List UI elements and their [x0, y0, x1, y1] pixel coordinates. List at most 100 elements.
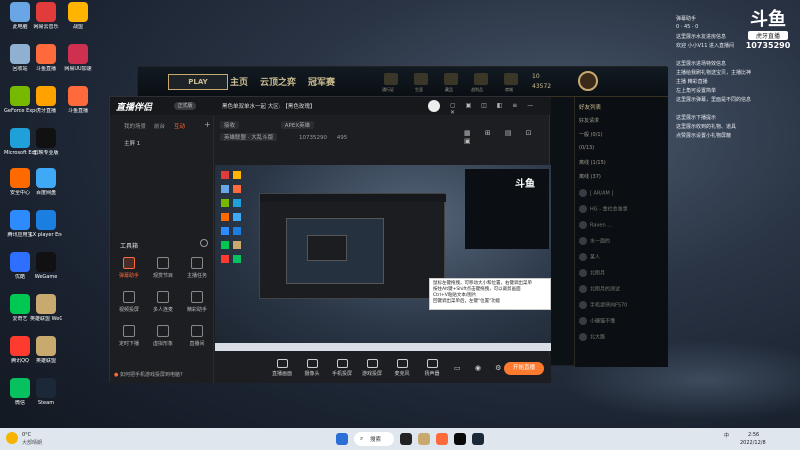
stream-preview[interactable]: 斗鱼 鼠标左键拖拽，可移动大小和位置，右键调出菜单 按住Alt键+Shift点击…: [215, 165, 551, 351]
source-phone-button[interactable]: 手机投屏: [328, 359, 356, 377]
steam-taskbar-icon[interactable]: [472, 433, 484, 445]
clock-date[interactable]: 2022/12/8: [740, 440, 766, 446]
lol-taskbar-icon[interactable]: [418, 433, 430, 445]
tab-interact[interactable]: 互动: [174, 122, 185, 130]
desktop-icon[interactable]: LX player Engine: [30, 210, 62, 238]
tab-clash[interactable]: 冠军赛: [308, 75, 335, 88]
source-game-button[interactable]: 游戏投屏: [358, 359, 386, 377]
friend-group-offline-2[interactable]: 离线 (37): [579, 173, 601, 180]
play-button[interactable]: PLAY: [168, 74, 228, 90]
desktop-icon-label: 英雄联盟: [35, 358, 56, 364]
loot-icon[interactable]: [474, 73, 488, 85]
tools-more-icon[interactable]: [200, 239, 208, 247]
friend-item[interactable]: 手机游侠向FS70: [579, 301, 667, 313]
tab-front[interactable]: 前台: [154, 122, 165, 130]
friend-item[interactable]: HG - 金社会准事: [579, 205, 667, 217]
clock-time[interactable]: 2:56: [748, 432, 759, 438]
taskbar-search[interactable]: ⌕ 搜索: [354, 432, 394, 446]
speaker-button[interactable]: 扬声器: [418, 359, 446, 377]
friend-item[interactable]: 北刚月: [579, 269, 667, 281]
desktop-icon[interactable]: 剪映专业版: [30, 128, 62, 156]
tool-button[interactable]: 多人连麦: [148, 291, 178, 313]
window-controls[interactable]: ▢ ▣ ◫ ◧ ≡ — ✕: [450, 102, 551, 116]
app-icon: [36, 210, 56, 230]
mic-button[interactable]: 麦克风: [388, 359, 416, 377]
tool-button[interactable]: 观赏节目: [148, 257, 178, 279]
go-live-button[interactable]: 开始直播: [504, 362, 544, 375]
tool-button[interactable]: 主播任务: [182, 257, 212, 279]
tab-tft[interactable]: 云顶之弈: [260, 75, 296, 88]
desktop-icon-label: Steam: [37, 400, 55, 406]
weather-icon[interactable]: [6, 432, 18, 444]
desktop-icon[interactable]: 英雄联盟 WeGame版: [30, 294, 62, 322]
source-screen-button[interactable]: 直播画面: [268, 359, 296, 377]
source-label: 直播画面: [271, 371, 292, 377]
preview-game-client: 斗鱼: [465, 169, 549, 249]
desktop-icon[interactable]: 虎牙直播: [30, 86, 62, 114]
friend-avatar: [579, 317, 587, 325]
scene-item[interactable]: 主屏 1: [124, 139, 140, 147]
friend-item[interactable]: 某人: [579, 253, 667, 265]
desktop-icon[interactable]: WeGame: [30, 252, 62, 280]
pass-icon[interactable]: [384, 73, 398, 85]
friend-group-offline[interactable]: 离线 (1/15): [579, 159, 606, 166]
room-info-row: 接收 APEX英雄: [220, 121, 315, 129]
category-select[interactable]: APEX英雄: [280, 121, 315, 129]
friend-item[interactable]: [ AR/AM ]: [579, 189, 667, 201]
desktop-icon[interactable]: 斗鱼直播: [30, 44, 62, 72]
lang-indicator[interactable]: 中: [724, 432, 729, 439]
friend-group-requests[interactable]: 好友请求: [579, 117, 599, 124]
friend-item[interactable]: Raven ...: [579, 221, 667, 233]
collection-icon[interactable]: [444, 73, 458, 85]
tool-button[interactable]: 视频投屏: [114, 291, 144, 313]
tool-icon: [123, 325, 135, 337]
friend-group-general[interactable]: 一般 (0/1): [579, 131, 603, 138]
desktop-icon[interactable]: 战盟: [62, 2, 94, 30]
douyu-taskbar-icon[interactable]: [436, 433, 448, 445]
friend-item[interactable]: 北刚月的测试: [579, 285, 667, 297]
app-icon: [36, 128, 56, 148]
app-icon: [10, 210, 30, 230]
source-camera-button[interactable]: 摄像头: [298, 359, 326, 377]
avatar[interactable]: [578, 71, 598, 91]
desktop-icon[interactable]: Steam: [30, 378, 62, 406]
tool-icon: [157, 325, 169, 337]
user-avatar[interactable]: [428, 100, 440, 112]
taskview-icon[interactable]: [400, 433, 412, 445]
desktop-icon[interactable]: 英雄联盟: [30, 336, 62, 364]
desktop-icon[interactable]: 网易UU加速: [62, 44, 94, 72]
friend-item[interactable]: 水一面的: [579, 237, 667, 249]
tool-button[interactable]: 虚拟形象: [148, 325, 178, 347]
extra-controls[interactable]: ▭ ◉ ⚙: [454, 364, 507, 372]
store-icon[interactable]: [504, 73, 518, 85]
source-label: 手机投屏: [331, 371, 352, 377]
source-label: 游戏投屏: [361, 371, 382, 377]
tool-button[interactable]: 定时下播: [114, 325, 144, 347]
friend-item[interactable]: 北大路: [579, 333, 667, 345]
desktop-icon[interactable]: 网易云音乐: [30, 2, 62, 30]
friend-item[interactable]: 小糖猫不懂: [579, 317, 667, 329]
preview-tools[interactable]: ▦ ⊞ ▤ ⊡ ▣: [464, 129, 551, 145]
section-select[interactable]: 英雄联盟 · 大乱斗版: [220, 133, 278, 141]
friend-name: Raven ...: [590, 222, 612, 229]
streaming-app-window[interactable]: 直播伴侣 正式版 黑色单双单水一起 大区: 【黑色玫瑰】 ▢ ▣ ◫ ◧ ≡ —…: [109, 96, 551, 383]
app-taskbar-icon[interactable]: [454, 433, 466, 445]
desktop-icons: 此电脑网易云音乐战盟回收站斗鱼直播网易UU加速GeForce Experienc…: [0, 0, 100, 420]
tool-button[interactable]: 精彩助手: [182, 291, 212, 313]
chat-line: 点赞展示设置小礼物屏蔽: [676, 133, 732, 139]
add-scene-icon[interactable]: +: [204, 120, 211, 129]
profile-icon[interactable]: [414, 73, 428, 85]
friend-group-2[interactable]: (0/13): [579, 145, 594, 151]
tool-button[interactable]: 弹幕助手: [114, 257, 144, 279]
tab-scenes[interactable]: 我的场景: [124, 122, 146, 130]
hint-link[interactable]: ● 如何把手机游戏投屏到电脑?: [114, 371, 183, 378]
friend-avatar: [579, 285, 587, 293]
app-titlebar: 直播伴侣 正式版 黑色单双单水一起 大区: 【黑色玫瑰】 ▢ ▣ ◫ ◧ ≡ —…: [110, 97, 551, 116]
start-icon[interactable]: [336, 433, 348, 445]
friend-avatar: [579, 301, 587, 309]
tool-button[interactable]: 直播间: [182, 325, 212, 347]
speaker-icon: [426, 359, 438, 368]
desktop-icon[interactable]: 斗鱼直播: [62, 86, 94, 114]
desktop-icon[interactable]: 百度网盘: [30, 168, 62, 196]
tab-home[interactable]: 主页: [230, 75, 248, 88]
